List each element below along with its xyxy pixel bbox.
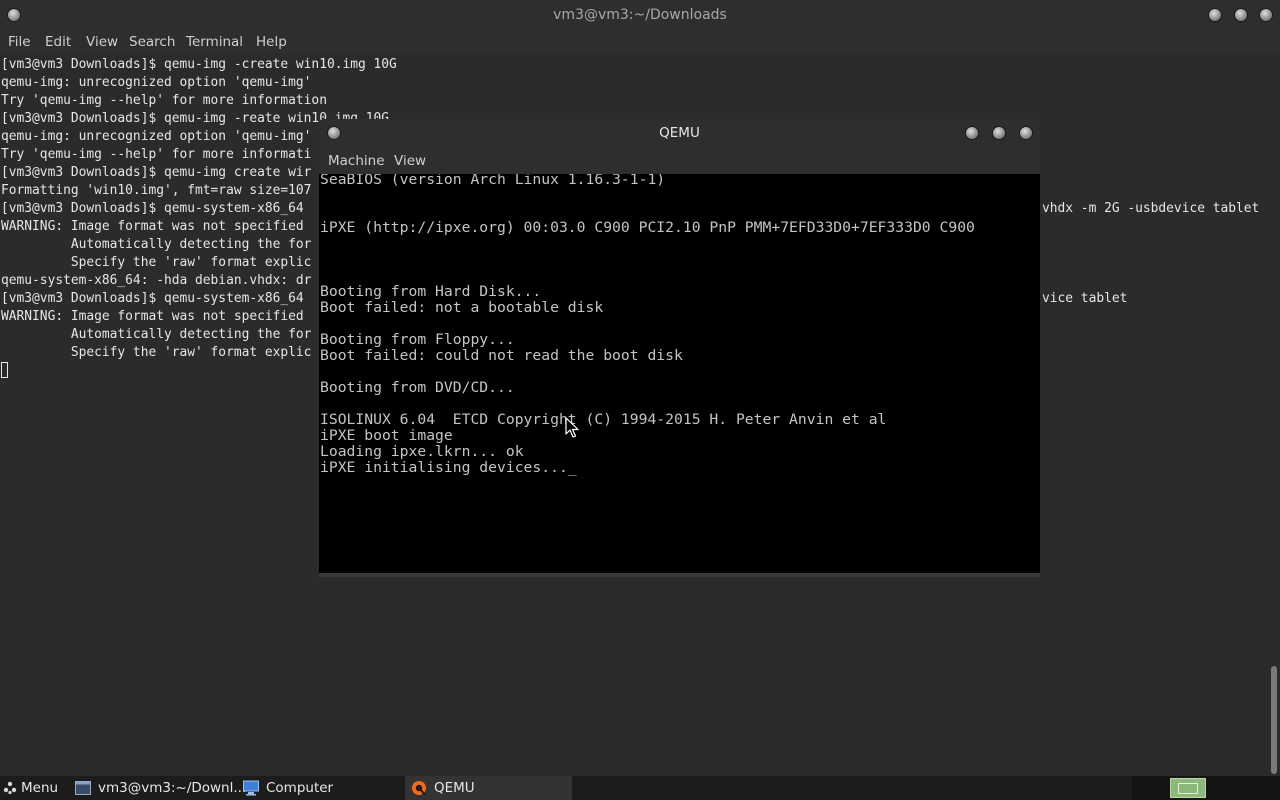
vm-console-line: iPXE (http://ipxe.org) 00:03.0 C900 PCI2… [320, 220, 975, 236]
taskbar-item-computer[interactable]: Computer [238, 776, 398, 800]
terminal-line: [vm3@vm3 Downloads]$ qemu-img -create wi… [1, 57, 397, 72]
menu-search[interactable]: Search [129, 34, 175, 50]
qemu-menu-machine[interactable]: Machine [328, 153, 385, 169]
terminal-line: qemu-img: unrecognized option 'qemu-img' [1, 129, 312, 144]
qemu-menu-view[interactable]: View [394, 153, 426, 169]
qemu-window-title: QEMU [659, 125, 700, 141]
maximize-button[interactable] [1235, 9, 1247, 21]
terminal-line: Automatically detecting the for [1, 237, 312, 252]
terminal-line: WARNING: Image format was not specified [1, 309, 304, 324]
vm-console-line: Boot failed: not a bootable disk [320, 300, 604, 316]
menu-terminal[interactable]: Terminal [186, 34, 243, 50]
computer-icon [243, 780, 259, 796]
menu-view[interactable]: View [86, 34, 118, 50]
vm-console-line: ISOLINUX 6.04 ETCD Copyright (C) 1994-20… [320, 412, 887, 428]
taskbar-item-qemu[interactable]: QEMU [405, 776, 572, 800]
terminal-line: Try 'qemu-img --help' for more informati… [1, 93, 327, 108]
menu-help[interactable]: Help [256, 34, 287, 50]
qemu-window[interactable]: QEMU Machine View SeaBIOS (version Arch … [319, 119, 1040, 577]
close-button[interactable] [1260, 9, 1272, 21]
terminal-line: Formatting 'win10.img', fmt=raw size=107 [1, 183, 312, 198]
qemu-window-border [319, 573, 1040, 577]
terminal-scrollbar[interactable] [1268, 54, 1280, 776]
terminal-line: Specify the 'raw' format explic [1, 345, 312, 360]
taskbar: Menu vm3@vm3:~/Downl... Computer QEMU [0, 776, 1280, 800]
vm-console-line: Loading ipxe.lkrn... ok [320, 444, 524, 460]
start-menu-label: Menu [21, 780, 59, 796]
menu-icon [3, 781, 17, 795]
taskbar-item-label: Computer [266, 780, 334, 796]
menu-edit[interactable]: Edit [45, 34, 71, 50]
terminal-line: Specify the 'raw' format explic [1, 255, 312, 270]
minimize-button[interactable] [1209, 9, 1221, 21]
terminal-line: qemu-img: unrecognized option 'qemu-img' [1, 75, 312, 90]
terminal-cursor [1, 362, 8, 378]
qemu-close-button[interactable] [1020, 127, 1032, 139]
terminal-line-fragment: vice tablet [1042, 291, 1128, 306]
terminal-line: Automatically detecting the for [1, 327, 312, 342]
terminal-menubar: File Edit View Search Terminal Help [0, 30, 1280, 54]
vm-console-line: Booting from Floppy... [320, 332, 515, 348]
taskbar-item-label: QEMU [434, 780, 475, 796]
terminal-icon [75, 781, 91, 795]
menu-file[interactable]: File [8, 34, 31, 50]
qemu-menubar: Machine View [319, 148, 1040, 174]
qemu-icon [412, 781, 426, 796]
qemu-minimize-button[interactable] [966, 127, 978, 139]
terminal-line: Try 'qemu-img --help' for more informati [1, 147, 312, 162]
vm-console-line: SeaBIOS (version Arch Linux 1.16.3-1-1) [320, 174, 666, 188]
terminal-line: [vm3@vm3 Downloads]$ qemu-img create wir [1, 165, 312, 180]
taskbar-item-label: vm3@vm3:~/Downl... [98, 780, 247, 796]
vm-console-line: iPXE initialising devices..._ [320, 460, 577, 476]
taskbar-item-terminal[interactable]: vm3@vm3:~/Downl... [70, 776, 246, 800]
workspace-switcher[interactable] [1170, 778, 1206, 798]
mouse-pointer-icon [565, 417, 579, 438]
terminal-window-title: vm3@vm3:~/Downloads [553, 7, 727, 23]
terminal-line: [vm3@vm3 Downloads]$ qemu-system-x86_64 [1, 201, 304, 216]
start-menu-button[interactable]: Menu [0, 776, 64, 800]
terminal-titlebar[interactable]: vm3@vm3:~/Downloads [0, 0, 1280, 30]
vm-console-line: Booting from Hard Disk... [320, 284, 542, 300]
qemu-maximize-button[interactable] [993, 127, 1005, 139]
scrollbar-thumb[interactable] [1271, 666, 1277, 774]
vm-display[interactable]: SeaBIOS (version Arch Linux 1.16.3-1-1) … [319, 174, 1040, 573]
vm-console-line: Boot failed: could not read the boot dis… [320, 348, 683, 364]
terminal-line-fragment: vhdx -m 2G -usbdevice tablet [1042, 201, 1260, 216]
terminal-line: [vm3@vm3 Downloads]$ qemu-system-x86_64 [1, 291, 304, 306]
vm-console-line: Booting from DVD/CD... [320, 380, 515, 396]
terminal-line: WARNING: Image format was not specified [1, 219, 304, 234]
system-tray [1132, 776, 1280, 800]
vm-console-line: iPXE boot image [320, 428, 453, 444]
terminal-line: qemu-system-x86_64: -hda debian.vhdx: dr [1, 273, 312, 288]
qemu-titlebar[interactable]: QEMU [319, 119, 1040, 148]
